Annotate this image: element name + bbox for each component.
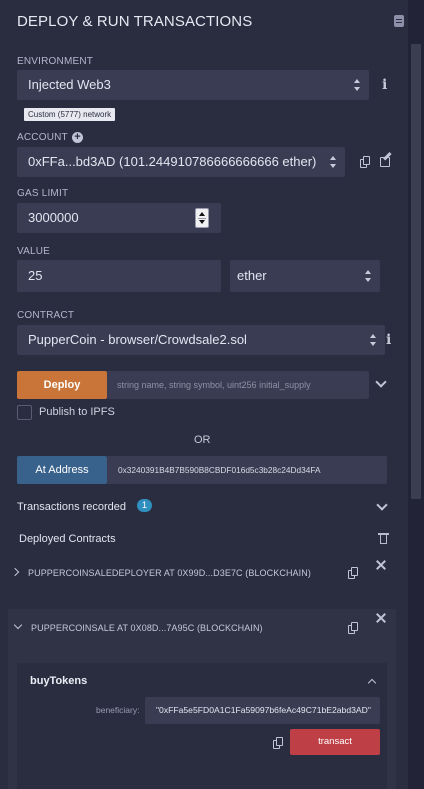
deploy-button[interactable]: Deploy [17, 371, 107, 399]
account-select[interactable]: 0xFFa...bd3AD (101.244910786666666666 et… [17, 147, 345, 177]
contract-value: PupperCoin - browser/Crowdsale2.sol [28, 332, 247, 347]
value-unit-select[interactable]: ether [230, 260, 380, 292]
param-label: beneficiary: [96, 705, 140, 715]
chevron-down-icon[interactable] [376, 499, 388, 511]
copy-address-icon[interactable] [348, 622, 359, 634]
value-label: VALUE [17, 246, 51, 257]
select-arrows-icon [354, 79, 361, 91]
panel-title: DEPLOY & RUN TRANSACTIONS [17, 13, 253, 30]
value-input[interactable]: 25 [17, 260, 221, 292]
deployed-contracts-label: Deployed Contracts [19, 533, 116, 545]
transactions-count-badge: 1 [137, 499, 152, 512]
copy-address-icon[interactable] [348, 567, 359, 579]
gas-limit-stepper[interactable] [195, 208, 209, 228]
value-unit: ether [237, 268, 267, 283]
deploy-args-input[interactable]: string name, string symbol, uint256 init… [107, 371, 369, 399]
plugin-manager-icon[interactable] [394, 15, 404, 27]
deployed-contract-name[interactable]: PUPPERCOINSALE AT 0X08D...7A95C (BLOCKCH… [31, 623, 263, 633]
scrollbar[interactable] [408, 0, 424, 789]
contract-label: CONTRACT [17, 310, 75, 321]
scrollbar-thumb[interactable] [411, 44, 421, 499]
publish-ipfs-checkbox[interactable] [17, 405, 32, 420]
trash-icon[interactable] [378, 533, 389, 544]
select-arrows-icon [330, 156, 337, 168]
at-address-input[interactable]: 0x3240391B4B7B590B8CBDF016d5c3b28c24Dd34… [107, 456, 387, 484]
contract-info-icon[interactable]: i [386, 332, 391, 348]
function-name: buyTokens [30, 675, 88, 687]
chevron-right-icon[interactable] [10, 567, 20, 577]
contract-select[interactable]: PupperCoin - browser/Crowdsale2.sol [17, 325, 385, 355]
copy-account-icon[interactable] [360, 156, 371, 168]
gas-limit-label: GAS LIMIT [17, 188, 69, 199]
copy-calldata-icon[interactable] [273, 737, 284, 749]
or-divider: OR [194, 434, 211, 446]
gas-limit-value: 3000000 [28, 210, 79, 225]
publish-ipfs-label: Publish to IPFS [39, 406, 115, 418]
panel-header: DEPLOY & RUN TRANSACTIONS [0, 0, 408, 42]
account-label: ACCOUNT [17, 132, 68, 143]
environment-label: ENVIRONMENT [17, 56, 94, 67]
add-account-icon[interactable]: + [72, 132, 83, 143]
environment-select[interactable]: Injected Web3 [17, 70, 369, 100]
transactions-recorded-label[interactable]: Transactions recorded [17, 501, 126, 513]
gas-limit-input[interactable]: 3000000 [17, 203, 221, 233]
environment-value: Injected Web3 [28, 77, 111, 92]
account-value: 0xFFa...bd3AD (101.244910786666666666 et… [28, 154, 317, 169]
close-icon[interactable] [376, 613, 386, 623]
select-arrows-icon [365, 270, 372, 282]
beneficiary-input[interactable]: "0xFFa5e5FD0A1C1Fa59097b6feAc49C71bE2abd… [145, 697, 380, 724]
chevron-down-icon[interactable] [375, 376, 387, 388]
value-amount: 25 [28, 268, 43, 283]
info-icon[interactable]: i [382, 77, 387, 93]
close-icon[interactable] [376, 560, 386, 570]
transact-button[interactable]: transact [290, 729, 380, 755]
deployed-contract-name[interactable]: PUPPERCOINSALEDEPLOYER AT 0X99D...D3E7C … [28, 568, 311, 578]
edit-icon[interactable] [380, 152, 392, 167]
at-address-button[interactable]: At Address [17, 456, 107, 484]
select-arrows-icon [370, 334, 377, 346]
network-badge: Custom (5777) network [24, 108, 116, 121]
